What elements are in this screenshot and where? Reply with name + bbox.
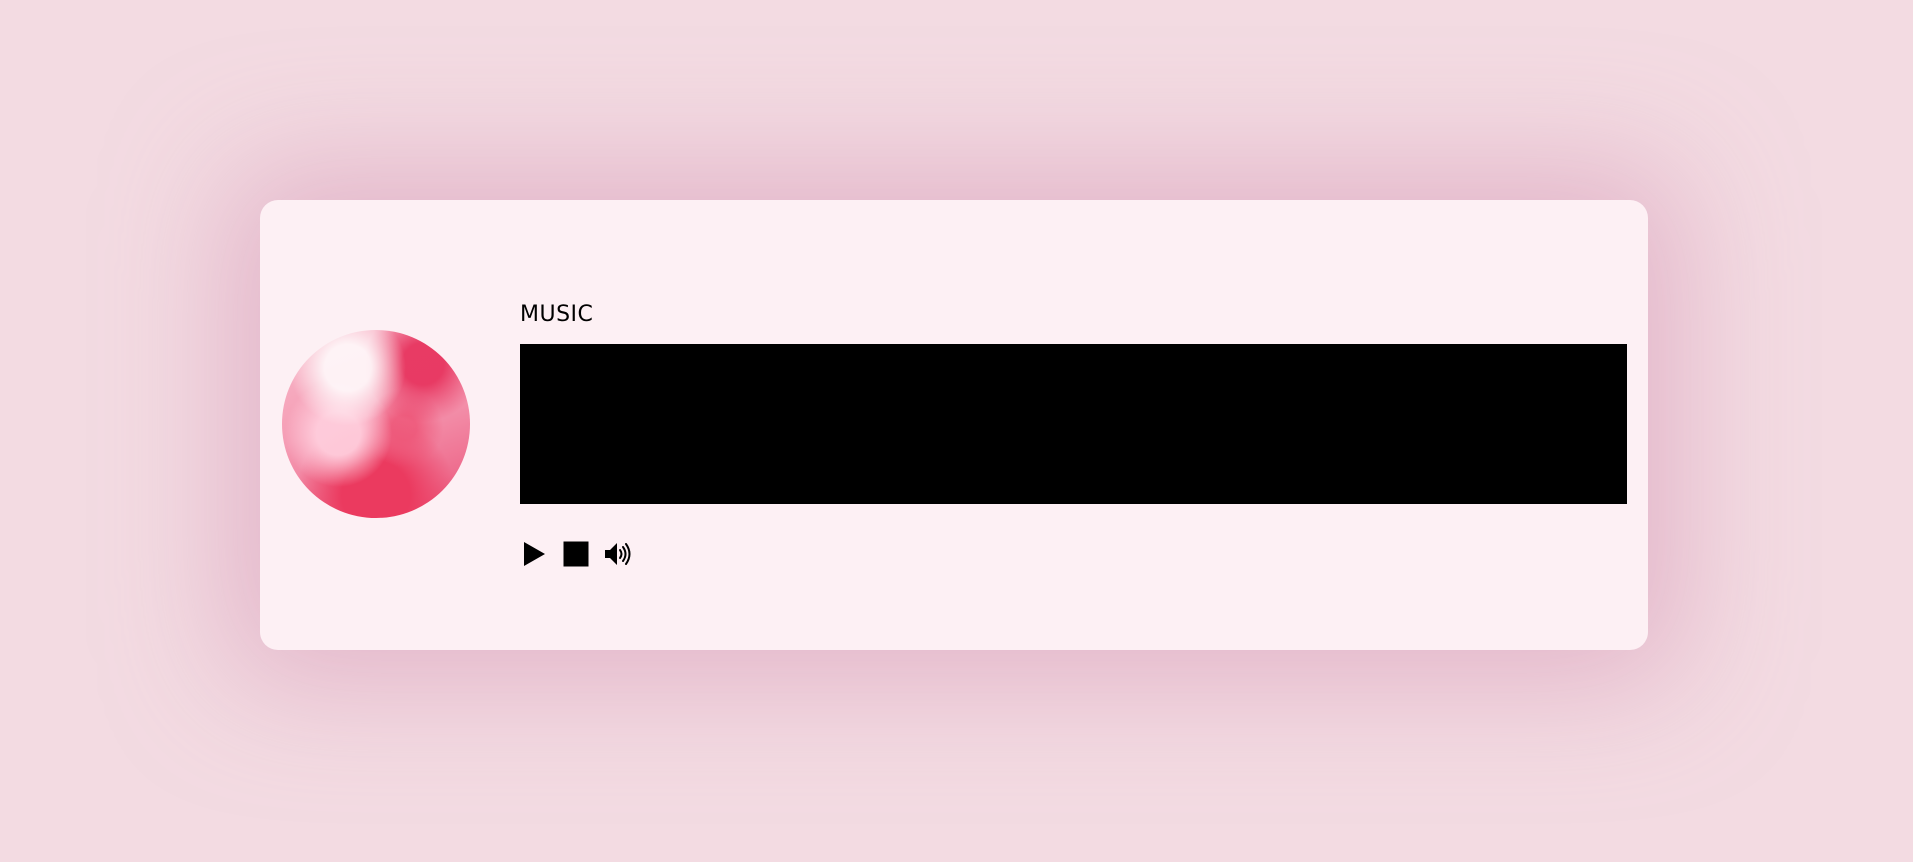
play-button[interactable] [520,540,548,568]
play-icon [524,542,545,566]
stop-button[interactable] [562,540,590,568]
volume-button[interactable] [604,540,632,568]
stop-icon [563,541,589,567]
music-player-card: MUSIC [260,200,1648,650]
volume-icon [605,543,631,565]
player-title: MUSIC [520,302,594,327]
player-controls [520,540,632,568]
cover-art-image [282,330,470,518]
media-display[interactable] [520,344,1627,504]
